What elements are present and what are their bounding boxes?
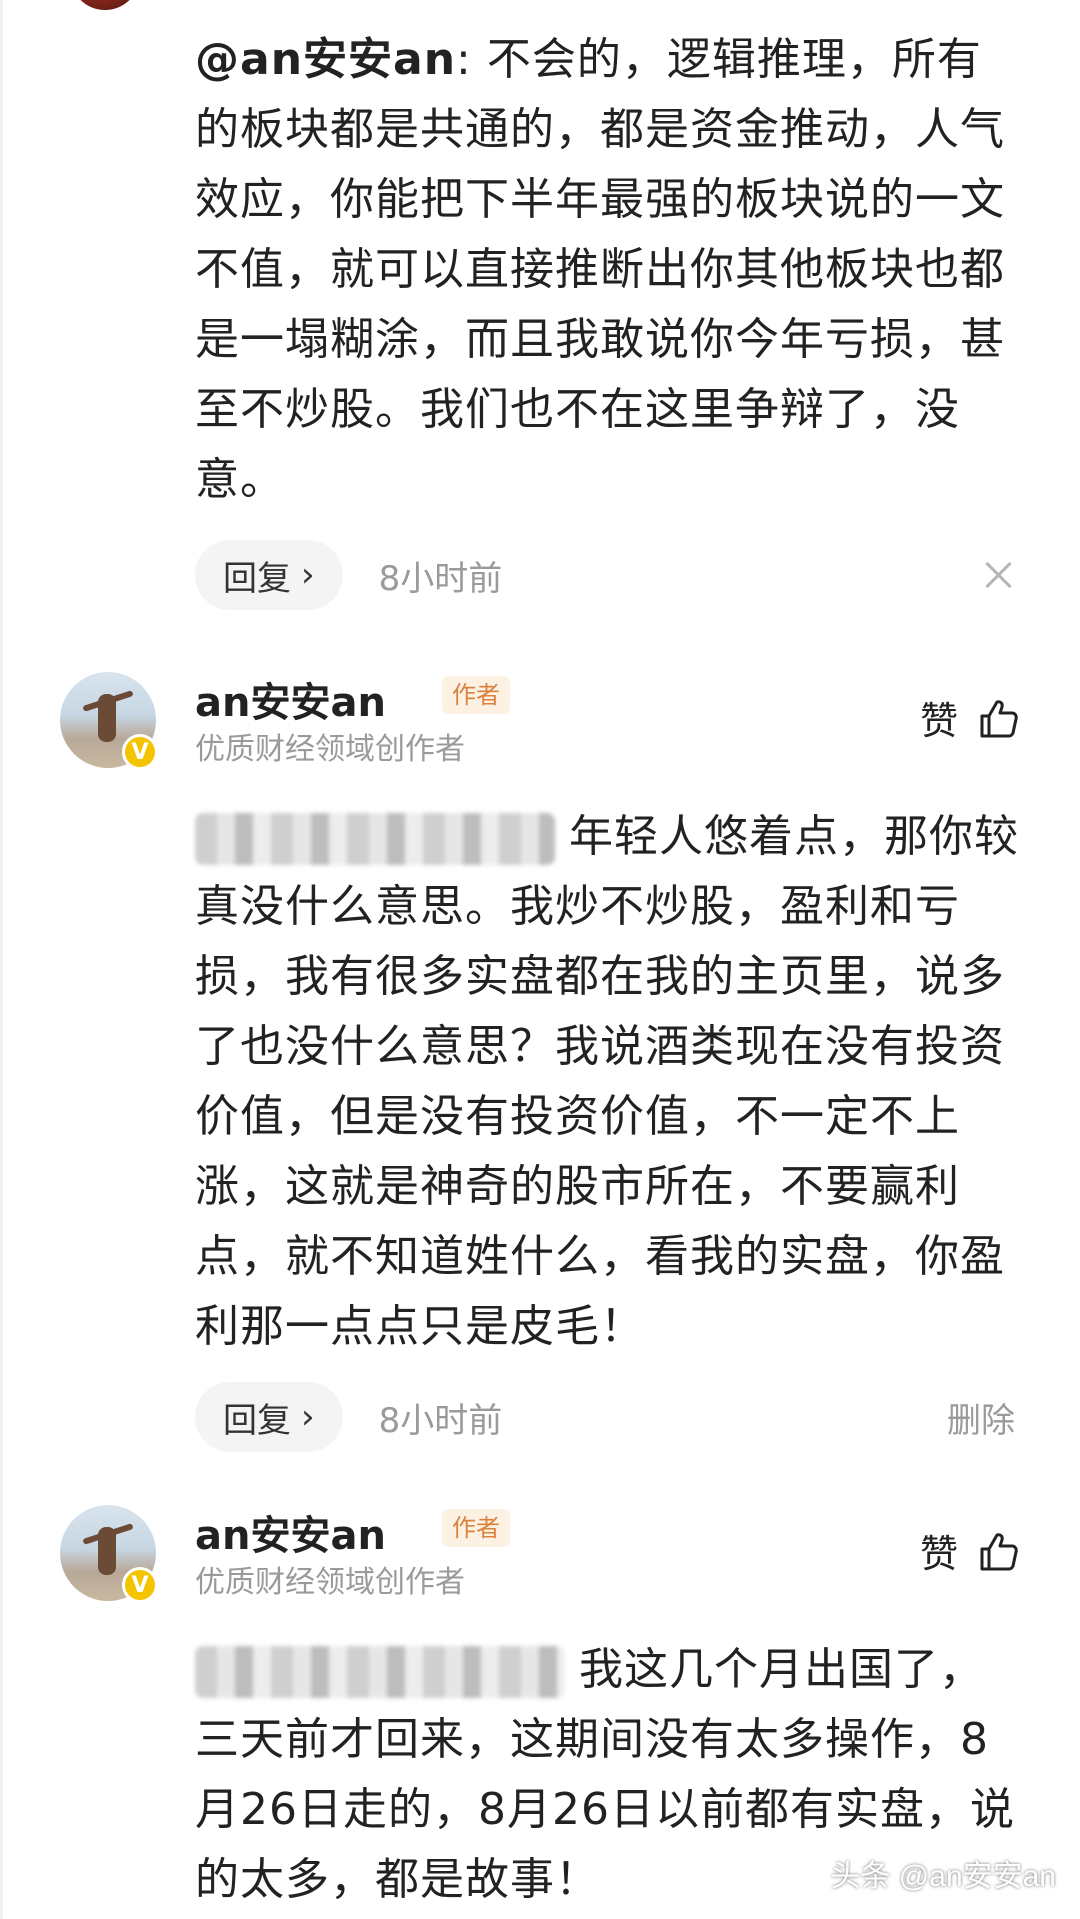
blurred-mention bbox=[195, 1646, 565, 1698]
username[interactable]: an安安an bbox=[195, 670, 386, 728]
watermark: 头条 @an安安an bbox=[830, 1860, 1056, 1893]
username[interactable]: an安安an bbox=[195, 1503, 386, 1561]
like-button[interactable]: 赞 bbox=[920, 1523, 1020, 1578]
comment-thread: @an安安an: 不会的，逻辑推理，所有的板块都是共通的，都是资金推动，人气效应… bbox=[0, 0, 1080, 1919]
like-label: 赞 bbox=[919, 1532, 958, 1576]
comment-2-text: 年轻人悠着点，那你较真没什么意思。我炒不炒股，盈利和亏损，我有很多实盘都在我的主… bbox=[195, 802, 1020, 1362]
left-edge-divider bbox=[0, 0, 3, 1919]
thumbs-up-icon bbox=[976, 1529, 1020, 1573]
comment-time: 8小时前 bbox=[378, 1400, 503, 1441]
comment-2-actions: 回复 › 8小时前 删除 bbox=[195, 1382, 1015, 1452]
comment-1-text: @an安安an: 不会的，逻辑推理，所有的板块都是共通的，都是资金推动，人气效应… bbox=[195, 25, 1020, 515]
comment-2-body: 年轻人悠着点，那你较真没什么意思。我炒不炒股，盈利和亏损，我有很多实盘都在我的主… bbox=[195, 811, 1019, 1352]
comment-2-header: V an安安an 作者 优质财经领域创作者 赞 bbox=[60, 672, 1020, 772]
reply-button[interactable]: 回复 › bbox=[195, 540, 343, 610]
reply-button[interactable]: 回复 › bbox=[195, 1382, 343, 1452]
user-description: 优质财经领域创作者 bbox=[195, 732, 465, 767]
chevron-right-icon: › bbox=[301, 1397, 315, 1437]
reply-label: 回复 bbox=[223, 1400, 291, 1441]
comment-1-actions: 回复 › 8小时前 bbox=[195, 540, 1015, 610]
blurred-mention bbox=[195, 813, 555, 865]
close-icon[interactable] bbox=[981, 558, 1015, 592]
comment-3-header: V an安安an 作者 优质财经领域创作者 赞 bbox=[60, 1505, 1020, 1605]
verified-badge-icon: V bbox=[122, 1567, 158, 1603]
comment-1-body: : 不会的，逻辑推理，所有的板块都是共通的，都是资金推动，人气效应，你能把下半年… bbox=[195, 34, 1005, 505]
like-button[interactable]: 赞 bbox=[920, 690, 1020, 745]
comment-1-mention[interactable]: @an安安an bbox=[195, 34, 456, 85]
chevron-right-icon: › bbox=[301, 555, 315, 595]
avatar-figure bbox=[98, 694, 116, 742]
author-badge: 作者 bbox=[442, 1509, 510, 1547]
avatar-partial[interactable] bbox=[70, 0, 140, 10]
comment-time: 8小时前 bbox=[378, 558, 503, 599]
verified-badge-icon: V bbox=[122, 734, 158, 770]
user-description: 优质财经领域创作者 bbox=[195, 1565, 465, 1600]
reply-label: 回复 bbox=[223, 558, 291, 599]
author-badge: 作者 bbox=[442, 676, 510, 714]
avatar-figure bbox=[98, 1527, 116, 1575]
delete-button[interactable]: 删除 bbox=[947, 1393, 1015, 1442]
like-label: 赞 bbox=[919, 699, 958, 743]
thumbs-up-icon bbox=[976, 696, 1020, 740]
